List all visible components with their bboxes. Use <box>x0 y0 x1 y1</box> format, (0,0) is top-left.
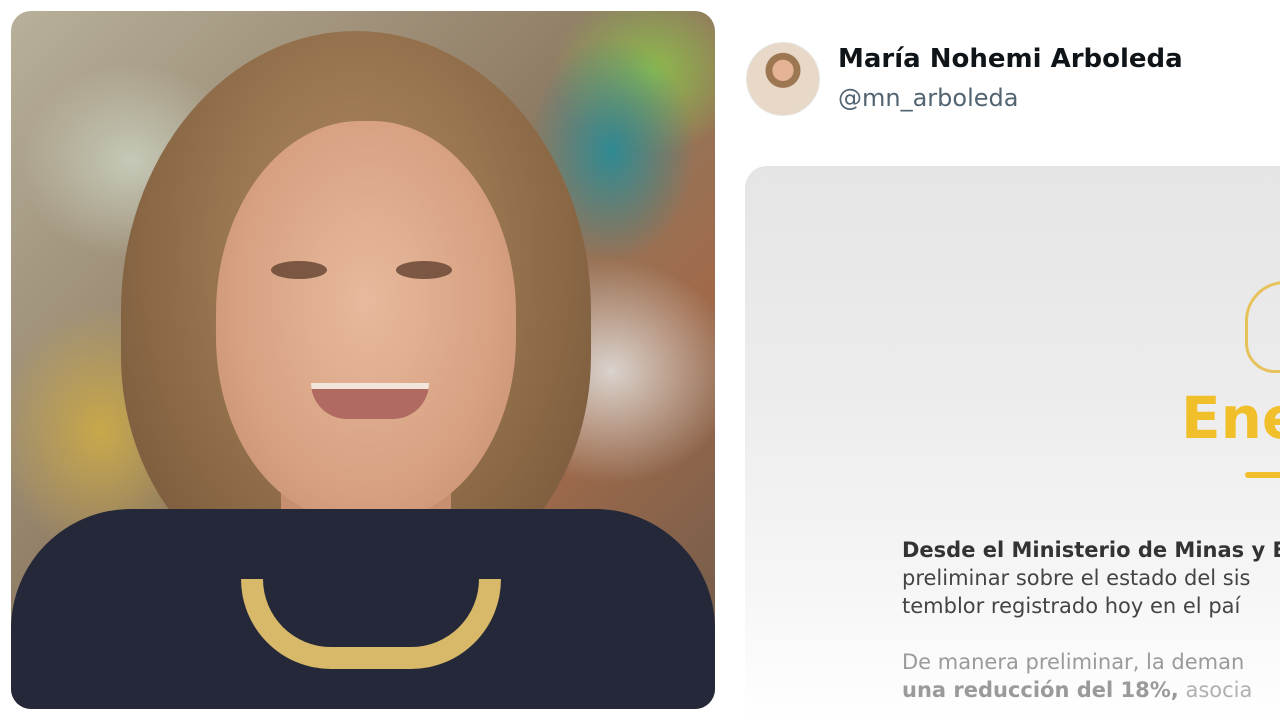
profile-handle[interactable]: @mn_arboleda <box>838 84 1018 112</box>
tweet-image-card[interactable]: Ene Desde el Ministerio de Minas y E pre… <box>745 166 1280 726</box>
card-text-bold: una reducción del 18%, <box>902 678 1179 702</box>
card-text-rest: asocia <box>1178 678 1253 702</box>
heading-underline <box>1245 472 1280 478</box>
right-eye <box>396 261 452 279</box>
card-text-line: temblor registrado hoy en el paí <box>902 594 1241 618</box>
card-text-line: Desde el Ministerio de Minas y E <box>902 538 1280 562</box>
card-heading: Ene <box>1181 384 1280 452</box>
card-text-line: De manera preliminar, la deman <box>902 650 1245 674</box>
video-thumbnail[interactable] <box>11 11 715 709</box>
smile <box>311 383 429 419</box>
face <box>216 121 516 521</box>
coat-of-arms-icon <box>1245 281 1280 373</box>
profile-avatar[interactable] <box>746 42 820 116</box>
left-eye <box>271 261 327 279</box>
card-text-line: preliminar sobre el estado del sis <box>902 566 1251 590</box>
profile-name[interactable]: María Nohemi Arboleda <box>838 44 1183 74</box>
card-text-line: una reducción del 18%, asocia <box>902 678 1252 702</box>
